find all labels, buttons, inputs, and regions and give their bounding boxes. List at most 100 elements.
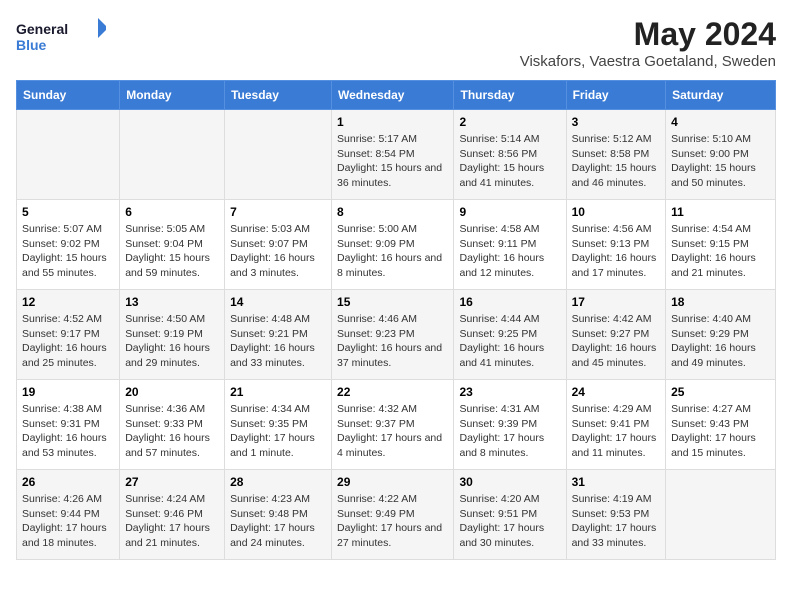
col-header-monday: Monday	[120, 81, 225, 110]
day-info: Sunrise: 4:54 AM Sunset: 9:15 PM Dayligh…	[671, 222, 770, 281]
calendar-cell: 15 Sunrise: 4:46 AM Sunset: 9:23 PM Dayli…	[332, 290, 454, 380]
day-info: Sunrise: 5:12 AM Sunset: 8:58 PM Dayligh…	[572, 132, 660, 191]
calendar-cell: 19Sunrise: 4:38 AM Sunset: 9:31 PM Dayli…	[17, 380, 120, 470]
calendar-cell: 13 Sunrise: 4:50 AM Sunset: 9:19 PM Dayli…	[120, 290, 225, 380]
calendar-cell	[225, 110, 332, 200]
calendar-cell: 18 Sunrise: 4:40 AM Sunset: 9:29 PM Dayli…	[666, 290, 776, 380]
day-info: Sunrise: 4:56 AM Sunset: 9:13 PM Dayligh…	[572, 222, 660, 281]
calendar-week-3: 12 Sunrise: 4:52 AM Sunset: 9:17 PM Dayli…	[17, 290, 776, 380]
day-number: 31	[572, 475, 660, 489]
day-number: 29	[337, 475, 448, 489]
title-block: May 2024 Viskafors, Vaestra Goetaland, S…	[520, 16, 776, 70]
day-number: 3	[572, 115, 660, 129]
calendar-cell: 24Sunrise: 4:29 AM Sunset: 9:41 PM Dayli…	[566, 380, 665, 470]
day-number: 22	[337, 385, 448, 399]
calendar-cell	[17, 110, 120, 200]
calendar-cell: 7 Sunrise: 5:03 AM Sunset: 9:07 PM Daylig…	[225, 200, 332, 290]
calendar-cell: 1Sunrise: 5:17 AM Sunset: 8:54 PM Daylig…	[332, 110, 454, 200]
calendar-cell: 11 Sunrise: 4:54 AM Sunset: 9:15 PM Dayli…	[666, 200, 776, 290]
calendar-cell	[120, 110, 225, 200]
calendar-week-4: 19Sunrise: 4:38 AM Sunset: 9:31 PM Dayli…	[17, 380, 776, 470]
day-number: 2	[459, 115, 560, 129]
calendar-cell: 29 Sunrise: 4:22 AM Sunset: 9:49 PM Dayli…	[332, 470, 454, 560]
day-info: Sunrise: 4:42 AM Sunset: 9:27 PM Dayligh…	[572, 312, 660, 371]
day-info: Sunrise: 4:40 AM Sunset: 9:29 PM Dayligh…	[671, 312, 770, 371]
calendar-cell: 5 Sunrise: 5:07 AM Sunset: 9:02 PM Daylig…	[17, 200, 120, 290]
day-info: Sunrise: 5:07 AM Sunset: 9:02 PM Dayligh…	[22, 222, 114, 281]
day-info: Sunrise: 4:31 AM Sunset: 9:39 PM Dayligh…	[459, 402, 560, 461]
calendar-week-1: 1Sunrise: 5:17 AM Sunset: 8:54 PM Daylig…	[17, 110, 776, 200]
day-number: 17	[572, 295, 660, 309]
calendar-cell: 21 Sunrise: 4:34 AM Sunset: 9:35 PM Dayli…	[225, 380, 332, 470]
day-number: 14	[230, 295, 326, 309]
day-info: Sunrise: 4:48 AM Sunset: 9:21 PM Dayligh…	[230, 312, 326, 371]
day-number: 30	[459, 475, 560, 489]
page-subtitle: Viskafors, Vaestra Goetaland, Sweden	[520, 53, 776, 70]
calendar-cell: 16 Sunrise: 4:44 AM Sunset: 9:25 PM Dayli…	[454, 290, 566, 380]
calendar-cell: 8Sunrise: 5:00 AM Sunset: 9:09 PM Daylig…	[332, 200, 454, 290]
calendar-cell: 26Sunrise: 4:26 AM Sunset: 9:44 PM Dayli…	[17, 470, 120, 560]
day-info: Sunrise: 5:05 AM Sunset: 9:04 PM Dayligh…	[125, 222, 219, 281]
svg-text:Blue: Blue	[16, 37, 47, 53]
day-number: 26	[22, 475, 114, 489]
day-number: 1	[337, 115, 448, 129]
day-info: Sunrise: 4:52 AM Sunset: 9:17 PM Dayligh…	[22, 312, 114, 371]
calendar-cell: 30 Sunrise: 4:20 AM Sunset: 9:51 PM Dayli…	[454, 470, 566, 560]
day-number: 20	[125, 385, 219, 399]
calendar-cell: 31Sunrise: 4:19 AM Sunset: 9:53 PM Dayli…	[566, 470, 665, 560]
day-info: Sunrise: 4:50 AM Sunset: 9:19 PM Dayligh…	[125, 312, 219, 371]
day-info: Sunrise: 5:00 AM Sunset: 9:09 PM Dayligh…	[337, 222, 448, 281]
day-number: 4	[671, 115, 770, 129]
col-header-friday: Friday	[566, 81, 665, 110]
day-info: Sunrise: 5:03 AM Sunset: 9:07 PM Dayligh…	[230, 222, 326, 281]
day-info: Sunrise: 4:34 AM Sunset: 9:35 PM Dayligh…	[230, 402, 326, 461]
day-info: Sunrise: 5:14 AM Sunset: 8:56 PM Dayligh…	[459, 132, 560, 191]
day-number: 12	[22, 295, 114, 309]
day-info: Sunrise: 4:22 AM Sunset: 9:49 PM Dayligh…	[337, 492, 448, 551]
day-info: Sunrise: 4:46 AM Sunset: 9:23 PM Dayligh…	[337, 312, 448, 371]
day-number: 27	[125, 475, 219, 489]
day-number: 15	[337, 295, 448, 309]
day-number: 13	[125, 295, 219, 309]
day-number: 10	[572, 205, 660, 219]
calendar-week-5: 26Sunrise: 4:26 AM Sunset: 9:44 PM Dayli…	[17, 470, 776, 560]
day-info: Sunrise: 4:23 AM Sunset: 9:48 PM Dayligh…	[230, 492, 326, 551]
calendar-cell: 22 Sunrise: 4:32 AM Sunset: 9:37 PM Dayli…	[332, 380, 454, 470]
day-number: 5	[22, 205, 114, 219]
svg-text:General: General	[16, 21, 68, 37]
calendar-cell: 17 Sunrise: 4:42 AM Sunset: 9:27 PM Dayli…	[566, 290, 665, 380]
day-number: 16	[459, 295, 560, 309]
logo-wordmark: General Blue	[16, 16, 106, 56]
day-number: 18	[671, 295, 770, 309]
day-number: 11	[671, 205, 770, 219]
calendar-cell: 23Sunrise: 4:31 AM Sunset: 9:39 PM Dayli…	[454, 380, 566, 470]
day-number: 21	[230, 385, 326, 399]
calendar-cell: 2 Sunrise: 5:14 AM Sunset: 8:56 PM Daylig…	[454, 110, 566, 200]
col-header-wednesday: Wednesday	[332, 81, 454, 110]
logo: General Blue	[16, 16, 106, 56]
calendar-cell: 3 Sunrise: 5:12 AM Sunset: 8:58 PM Daylig…	[566, 110, 665, 200]
day-info: Sunrise: 4:32 AM Sunset: 9:37 PM Dayligh…	[337, 402, 448, 461]
calendar-cell: 12 Sunrise: 4:52 AM Sunset: 9:17 PM Dayli…	[17, 290, 120, 380]
calendar-cell: 20 Sunrise: 4:36 AM Sunset: 9:33 PM Dayli…	[120, 380, 225, 470]
day-info: Sunrise: 4:36 AM Sunset: 9:33 PM Dayligh…	[125, 402, 219, 461]
calendar-cell: 25 Sunrise: 4:27 AM Sunset: 9:43 PM Dayli…	[666, 380, 776, 470]
day-number: 7	[230, 205, 326, 219]
day-info: Sunrise: 4:38 AM Sunset: 9:31 PM Dayligh…	[22, 402, 114, 461]
day-info: Sunrise: 4:27 AM Sunset: 9:43 PM Dayligh…	[671, 402, 770, 461]
page-title: May 2024	[520, 16, 776, 53]
day-number: 25	[671, 385, 770, 399]
calendar-cell: 14 Sunrise: 4:48 AM Sunset: 9:21 PM Dayli…	[225, 290, 332, 380]
col-header-thursday: Thursday	[454, 81, 566, 110]
day-info: Sunrise: 4:20 AM Sunset: 9:51 PM Dayligh…	[459, 492, 560, 551]
calendar-week-2: 5 Sunrise: 5:07 AM Sunset: 9:02 PM Daylig…	[17, 200, 776, 290]
calendar-cell: 4Sunrise: 5:10 AM Sunset: 9:00 PM Daylig…	[666, 110, 776, 200]
day-info: Sunrise: 4:58 AM Sunset: 9:11 PM Dayligh…	[459, 222, 560, 281]
day-info: Sunrise: 4:24 AM Sunset: 9:46 PM Dayligh…	[125, 492, 219, 551]
calendar-cell: 28Sunrise: 4:23 AM Sunset: 9:48 PM Dayli…	[225, 470, 332, 560]
calendar-cell: 6Sunrise: 5:05 AM Sunset: 9:04 PM Daylig…	[120, 200, 225, 290]
day-number: 9	[459, 205, 560, 219]
logo-svg: General Blue	[16, 16, 106, 56]
day-info: Sunrise: 4:44 AM Sunset: 9:25 PM Dayligh…	[459, 312, 560, 371]
col-header-saturday: Saturday	[666, 81, 776, 110]
